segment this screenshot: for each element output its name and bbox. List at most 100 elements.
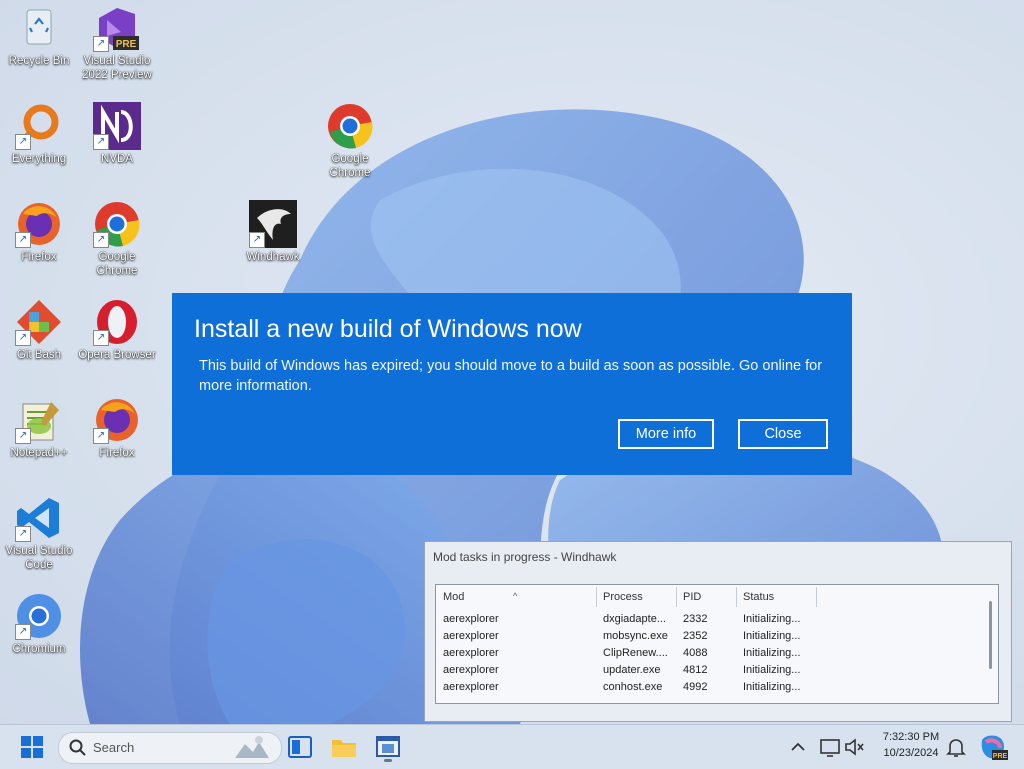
desktop-icon-google-chrome-1[interactable]: Google Chrome (311, 102, 389, 180)
column-header-pid[interactable]: PID (683, 591, 701, 603)
list-header: ^ Mod Process PID Status (436, 585, 984, 609)
notification-bell-icon (946, 739, 966, 757)
firefox-icon: ↗ (15, 200, 63, 248)
app-window-icon (376, 736, 400, 757)
chrome-icon: ↗ (93, 200, 141, 248)
cell-pid: 2352 (683, 630, 708, 642)
cell-mod: aerexplorer (443, 613, 499, 625)
cell-pid: 4088 (683, 647, 708, 659)
cell-mod: aerexplorer (443, 630, 499, 642)
shortcut-arrow-icon: ↗ (93, 330, 109, 346)
search-placeholder: Search (93, 740, 135, 755)
cell-process: updater.exe (603, 664, 661, 676)
desktop-icon-firefox-2[interactable]: ↗ Firefox (78, 396, 156, 460)
column-header-mod[interactable]: Mod (443, 591, 464, 603)
more-info-button[interactable]: More info (618, 419, 714, 449)
cell-status: Initializing... (743, 681, 801, 693)
table-row[interactable]: aerexplorer ClipRenew.... 4088 Initializ… (436, 645, 984, 662)
desktop-icon-google-chrome-2[interactable]: ↗ Google Chrome (78, 200, 156, 278)
cell-status: Initializing... (743, 664, 801, 676)
desktop-icon-visual-studio-2022-preview[interactable]: PRE ↗ Visual Studio 2022 Preview (78, 4, 156, 82)
dialog-title: Install a new build of Windows now (194, 315, 582, 343)
pre-badge: PRE (116, 39, 137, 50)
cell-status: Initializing... (743, 613, 801, 625)
column-header-process[interactable]: Process (603, 591, 643, 603)
nvda-icon: ↗ (93, 102, 141, 150)
desktop-icon-notepad-plus-plus[interactable]: ↗ Notepad++ (0, 396, 78, 460)
start-button[interactable] (16, 732, 48, 762)
cell-status: Initializing... (743, 647, 801, 659)
shortcut-arrow-icon: ↗ (93, 232, 109, 248)
mod-tasks-title: Mod tasks in progress - Windhawk (433, 550, 617, 564)
mod-tasks-window: Mod tasks in progress - Windhawk ^ Mod P… (424, 541, 1012, 722)
copilot-button[interactable]: PRE (976, 732, 1008, 762)
column-header-status[interactable]: Status (743, 591, 774, 603)
shortcut-arrow-icon: ↗ (15, 330, 31, 346)
cell-process: ClipRenew.... (603, 647, 668, 659)
everything-search-icon: ↗ (15, 102, 63, 150)
cell-process: conhost.exe (603, 681, 663, 693)
app-window-button[interactable] (372, 732, 404, 762)
running-indicator (384, 759, 392, 762)
chevron-up-icon (791, 742, 805, 751)
shortcut-arrow-icon: ↗ (93, 134, 109, 150)
desktop-icon-git-bash[interactable]: ↗ Git Bash (0, 298, 78, 362)
desktop-icon-firefox-1[interactable]: ↗ Firefox (0, 200, 78, 264)
mod-tasks-list[interactable]: ^ Mod Process PID Status aerexplorer dxg… (435, 584, 999, 704)
git-bash-icon: ↗ (15, 298, 63, 346)
task-view-button[interactable] (284, 732, 316, 762)
copilot-icon: PRE (981, 735, 1008, 760)
volume-icon (845, 738, 864, 756)
list-scrollbar[interactable] (989, 601, 992, 669)
shortcut-arrow-icon: ↗ (15, 526, 31, 542)
cell-pid: 2332 (683, 613, 708, 625)
shortcut-arrow-icon: ↗ (15, 624, 31, 640)
build-expired-dialog: Install a new build of Windows now This … (172, 293, 852, 475)
volume-button[interactable] (838, 732, 870, 762)
show-hidden-icons-button[interactable] (782, 732, 814, 762)
notifications-button[interactable] (940, 732, 972, 762)
file-explorer-icon (332, 740, 356, 757)
table-row[interactable]: aerexplorer mobsync.exe 2352 Initializin… (436, 628, 984, 645)
cell-pid: 4812 (683, 664, 708, 676)
cell-process: dxgiadapte... (603, 613, 666, 625)
cell-status: Initializing... (743, 630, 801, 642)
clock-time: 7:32:30 PM (882, 731, 940, 743)
sort-ascending-icon: ^ (513, 591, 518, 601)
copilot-pre-badge: PRE (993, 753, 1008, 760)
chrome-icon (326, 102, 374, 150)
chromium-icon: ↗ (15, 592, 63, 640)
search-icon (69, 739, 86, 756)
shortcut-arrow-icon: ↗ (93, 36, 109, 52)
desktop-icon-everything[interactable]: ↗ Everything (0, 102, 78, 166)
desktop-icon-windhawk[interactable]: ↗ Windhawk (234, 200, 312, 264)
shortcut-arrow-icon: ↗ (15, 428, 31, 444)
desktop-icon-recycle-bin[interactable]: Recycle Bin (0, 4, 78, 68)
desktop-icon-nvda[interactable]: ↗ NVDA (78, 102, 156, 166)
desktop-icon-visual-studio-code[interactable]: ↗ Visual Studio Code (0, 494, 78, 572)
task-view-icon (288, 736, 312, 758)
recycle-bin-icon (15, 4, 63, 52)
cell-process: mobsync.exe (603, 630, 668, 642)
opera-icon: ↗ (93, 298, 141, 346)
start-icon (21, 736, 43, 758)
desktop-icon-opera-browser[interactable]: ↗ Opera Browser (78, 298, 156, 362)
taskbar: Search 7:32:30 PM 10/23/2024 PRE (0, 724, 1024, 769)
cell-mod: aerexplorer (443, 647, 499, 659)
taskbar-search-box[interactable]: Search (58, 732, 282, 764)
visual-studio-icon: PRE ↗ (93, 4, 141, 52)
table-row[interactable]: aerexplorer updater.exe 4812 Initializin… (436, 662, 984, 679)
search-highlight-image (235, 736, 269, 758)
shortcut-arrow-icon: ↗ (249, 232, 265, 248)
dialog-message: This build of Windows has expired; you s… (199, 358, 823, 394)
desktop-icon-chromium[interactable]: ↗ Chromium (0, 592, 78, 656)
table-row[interactable]: aerexplorer conhost.exe 4992 Initializin… (436, 679, 984, 696)
shortcut-arrow-icon: ↗ (15, 232, 31, 248)
close-button[interactable]: Close (738, 419, 828, 449)
table-row[interactable]: aerexplorer dxgiadapte... 2332 Initializ… (436, 611, 984, 628)
cell-pid: 4992 (683, 681, 708, 693)
system-clock[interactable]: 7:32:30 PM 10/23/2024 (872, 729, 950, 761)
file-explorer-button[interactable] (328, 732, 360, 762)
vscode-icon: ↗ (15, 494, 63, 542)
cell-mod: aerexplorer (443, 664, 499, 676)
